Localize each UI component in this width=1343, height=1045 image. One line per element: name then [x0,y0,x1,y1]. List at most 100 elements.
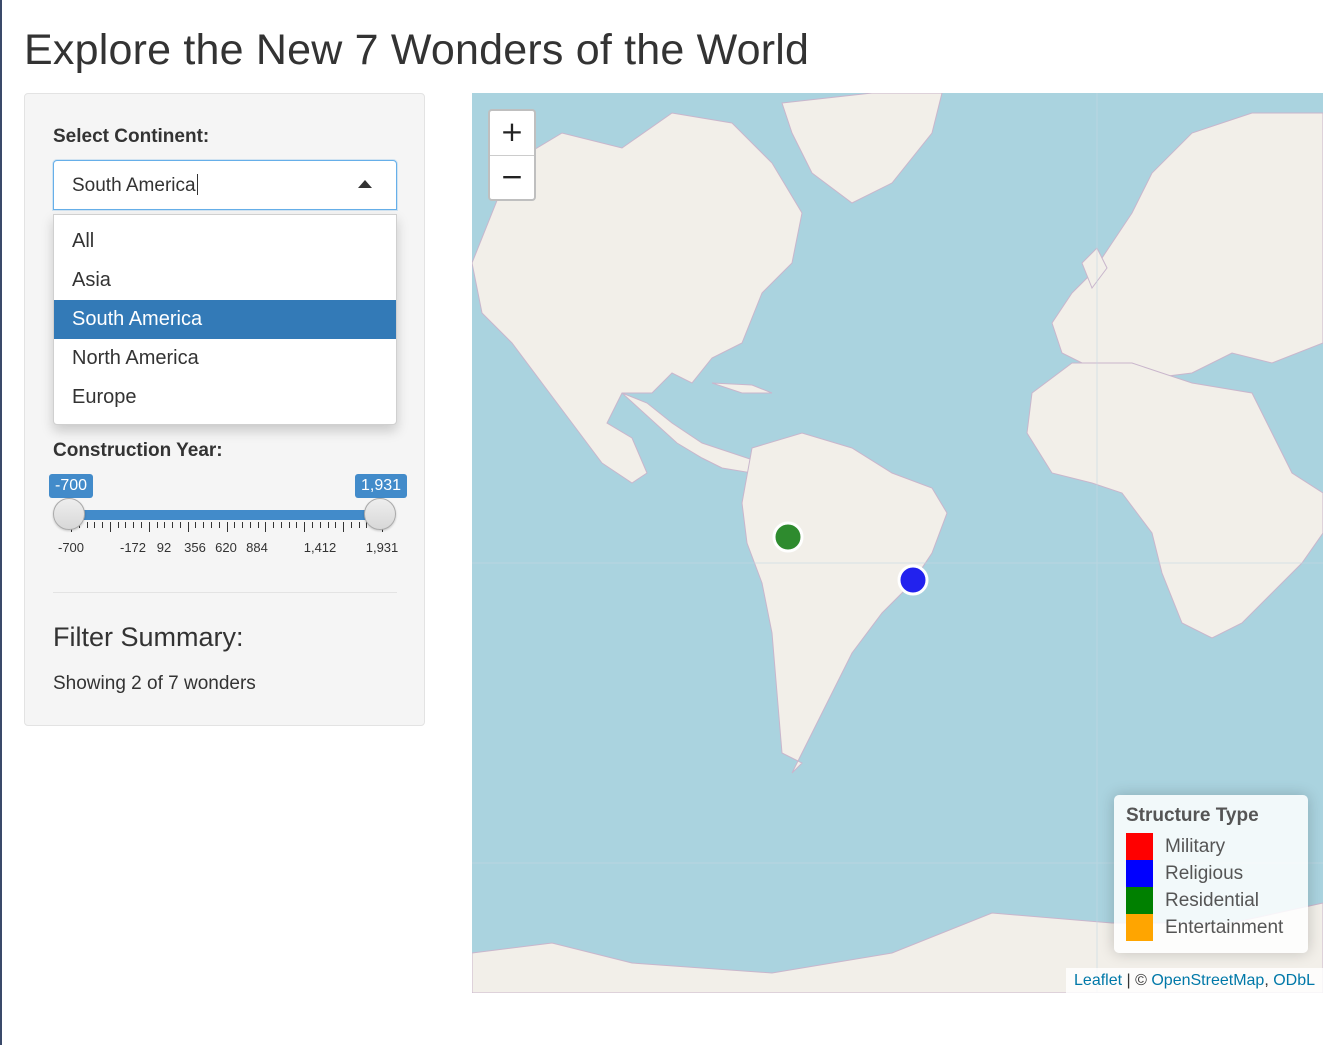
attribution-comma: , [1264,972,1274,989]
option-north-america[interactable]: North America [54,339,396,378]
slider-tick [133,522,135,528]
map-attribution: Leaflet | © OpenStreetMap, ODbL [1066,968,1323,993]
tick-label: 884 [246,540,268,555]
slider-tick [265,522,267,532]
zoom-in-button[interactable]: + [490,111,534,156]
year-max-badge: 1,931 [355,474,408,498]
caret-up-icon[interactable] [358,180,372,188]
slider-tick [280,522,282,528]
legend-swatch [1126,914,1153,941]
tick-label: 1,931 [365,540,399,555]
tick-label: 1,412 [303,540,337,555]
slider-tick [312,522,314,528]
slider-tick [203,522,205,528]
slider-tick [164,522,166,528]
slider-tick [86,522,88,528]
tick-label: 356 [184,540,206,555]
option-asia[interactable]: Asia [54,261,396,300]
legend-item-religious: Religious [1126,860,1296,887]
page-title: Explore the New 7 Wonders of the World [24,26,810,74]
tick-label: 92 [156,540,172,555]
slider-tick [94,522,96,528]
greenland-land [781,93,943,204]
odbl-link[interactable]: ODbL [1273,972,1315,989]
slider-tick [273,522,275,528]
slider-tick [288,522,290,528]
tick-label: 620 [215,540,237,555]
filter-summary-title: Filter Summary: [53,622,244,652]
africa-land [1026,362,1323,639]
slider-tick [179,522,181,528]
slider-tick [109,522,111,532]
slider-tick [296,522,298,528]
divider [53,592,397,593]
marker-religious[interactable] [897,564,929,596]
tick-label: -700 [57,540,85,555]
continent-select-value[interactable]: South America [72,174,198,197]
attribution-separator: | © [1122,972,1152,989]
slider-tick [234,522,236,528]
slider-tick [327,522,329,528]
year-min-badge: -700 [49,474,94,498]
south-america-land [741,432,948,774]
zoom-out-button[interactable]: − [490,156,534,200]
year-label: Construction Year: [53,440,223,461]
slider-tick [226,522,228,532]
continent-dropdown-menu: All Asia South America North America Eur… [53,214,397,425]
slider-handle-max[interactable] [364,498,396,530]
slider-tick [242,522,244,528]
legend-swatch [1126,887,1153,914]
legend-label: Residential [1165,889,1259,911]
legend-item-residential: Residential [1126,887,1296,914]
legend-swatch [1126,833,1153,860]
slider-tick [218,522,220,528]
legend-item-military: Military [1126,833,1296,860]
openstreetmap-link[interactable]: OpenStreetMap [1151,972,1264,989]
slider-tick [343,522,345,532]
slider-tick [210,522,212,528]
slider-tick [102,522,104,528]
slider-tick [335,522,337,528]
sidebar-panel: Select Continent: South America All Asia… [24,93,425,726]
slider-handle-min[interactable] [53,498,85,530]
year-range-slider[interactable]: -700 1,931 -700 -172 92 356 620 884 1,41… [49,474,408,555]
legend-label: Military [1165,835,1226,857]
option-south-america[interactable]: South America [54,300,396,339]
slider-tick [257,522,259,528]
slider-tick [148,522,150,532]
slider-tick [195,522,197,528]
filter-summary-text: Showing 2 of 7 wonders [53,673,256,694]
legend-label: Entertainment [1165,916,1284,938]
legend-item-entertainment: Entertainment [1126,914,1296,941]
continent-label: Select Continent: [53,126,210,147]
zoom-control: + − [488,109,536,201]
continent-select[interactable]: South America [53,160,397,210]
slider-tick [249,522,251,528]
slider-tick [140,522,142,528]
europe-land [1051,112,1323,379]
marker-residential[interactable] [772,521,804,553]
option-all[interactable]: All [54,222,396,261]
tick-label: -172 [119,540,147,555]
structure-type-legend: Structure Type Military Religious Reside… [1114,795,1308,953]
legend-label: Religious [1165,862,1244,884]
legend-swatch [1126,860,1153,887]
slider-tick [304,522,306,532]
slider-tick [350,522,352,528]
slider-tick [156,522,158,528]
slider-tick [117,522,119,528]
slider-tick [358,522,360,528]
slider-tick [125,522,127,528]
world-map[interactable]: + − Structure Type Military Religious Re… [472,93,1323,993]
slider-selected-range[interactable] [69,510,381,520]
slider-tick [172,522,174,528]
window-left-edge [0,0,2,1045]
caribbean-land [711,382,773,394]
text-cursor [196,174,198,195]
slider-ticks [53,522,397,534]
slider-tick [187,522,189,532]
legend-title: Structure Type [1126,805,1259,826]
slider-tick [319,522,321,528]
leaflet-link[interactable]: Leaflet [1074,972,1122,989]
option-europe[interactable]: Europe [54,378,396,417]
